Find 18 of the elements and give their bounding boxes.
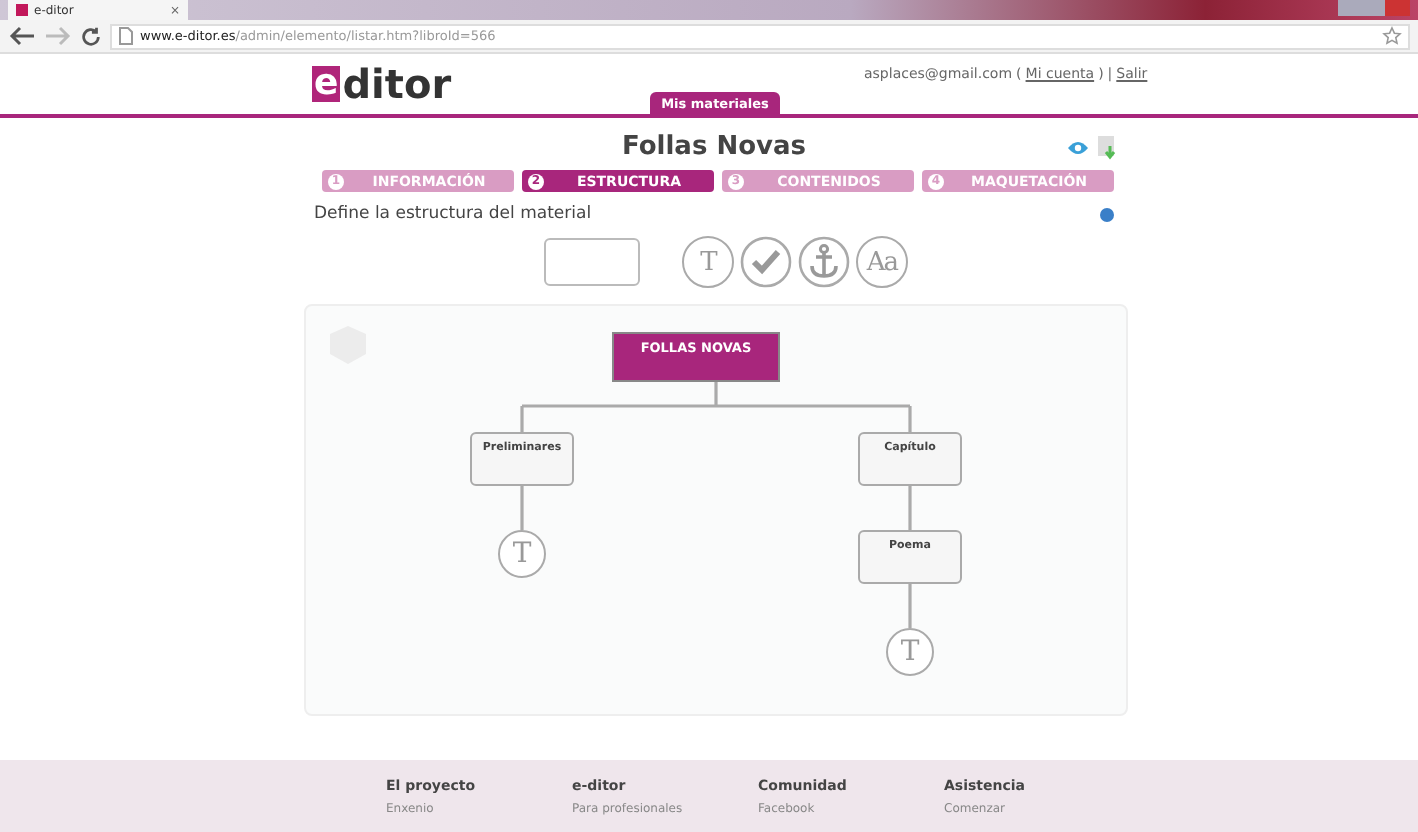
back-icon[interactable] [8,26,36,46]
connector-line [520,486,524,530]
empty-box-tool[interactable] [544,238,640,286]
material-title: Follas Novas [621,132,807,162]
page-icon [118,26,134,46]
editor-logo[interactable]: editor [312,64,452,104]
connector-line [908,486,912,530]
instruction-text: Define la estructura del material [314,204,592,224]
reload-icon[interactable] [80,25,102,47]
eye-icon[interactable] [1066,140,1090,156]
window-controls-icon[interactable] [1338,0,1410,16]
anchor-icon[interactable] [798,236,850,288]
checkmark-icon[interactable] [740,236,792,288]
connector-line [908,584,912,628]
star-icon[interactable] [1382,26,1402,46]
help-icon[interactable] [1100,207,1114,221]
download-icon[interactable] [1098,136,1118,160]
favicon-icon [16,4,28,16]
